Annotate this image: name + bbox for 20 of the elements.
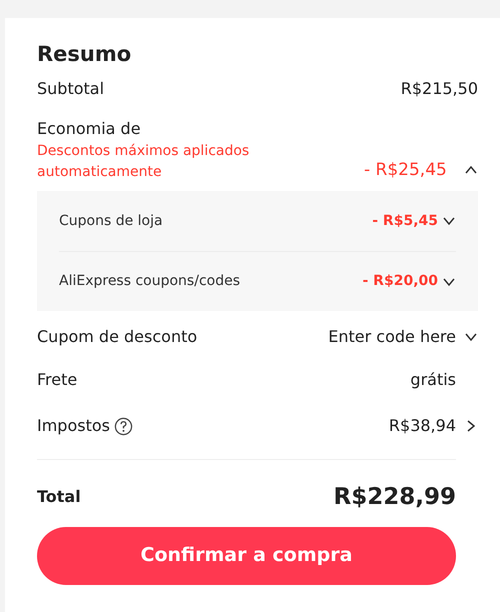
row-label: Frete	[37, 369, 78, 392]
help-icon[interactable]	[114, 416, 133, 436]
row-value: grátis	[410, 369, 456, 392]
savings-value: - R$25,45	[364, 158, 448, 182]
discount-value: - R$20,00	[362, 272, 438, 292]
confirm-purchase-button[interactable]: Confirmar a compra	[37, 526, 456, 585]
savings-note: Descontos máximos aplicados automaticamente	[37, 142, 250, 182]
discount-value: - R$5,45	[372, 212, 438, 231]
row-label: Subtotal	[37, 78, 104, 100]
summary-title: Resumo	[37, 42, 132, 68]
row-value: R$38,94	[388, 415, 456, 438]
total-value: R$228,99	[334, 483, 456, 512]
total-label: Total	[37, 486, 81, 508]
row-label: Impostos	[37, 415, 110, 438]
coupon-code-field[interactable]: Enter code here	[306, 325, 456, 350]
row-value: R$215,50	[400, 78, 478, 100]
row-label: Economia de	[37, 118, 142, 140]
discount-label: Cupons de loja	[59, 212, 163, 231]
row-label: Cupom de desconto	[37, 326, 198, 348]
discount-label: AliExpress coupons/codes	[59, 272, 240, 292]
